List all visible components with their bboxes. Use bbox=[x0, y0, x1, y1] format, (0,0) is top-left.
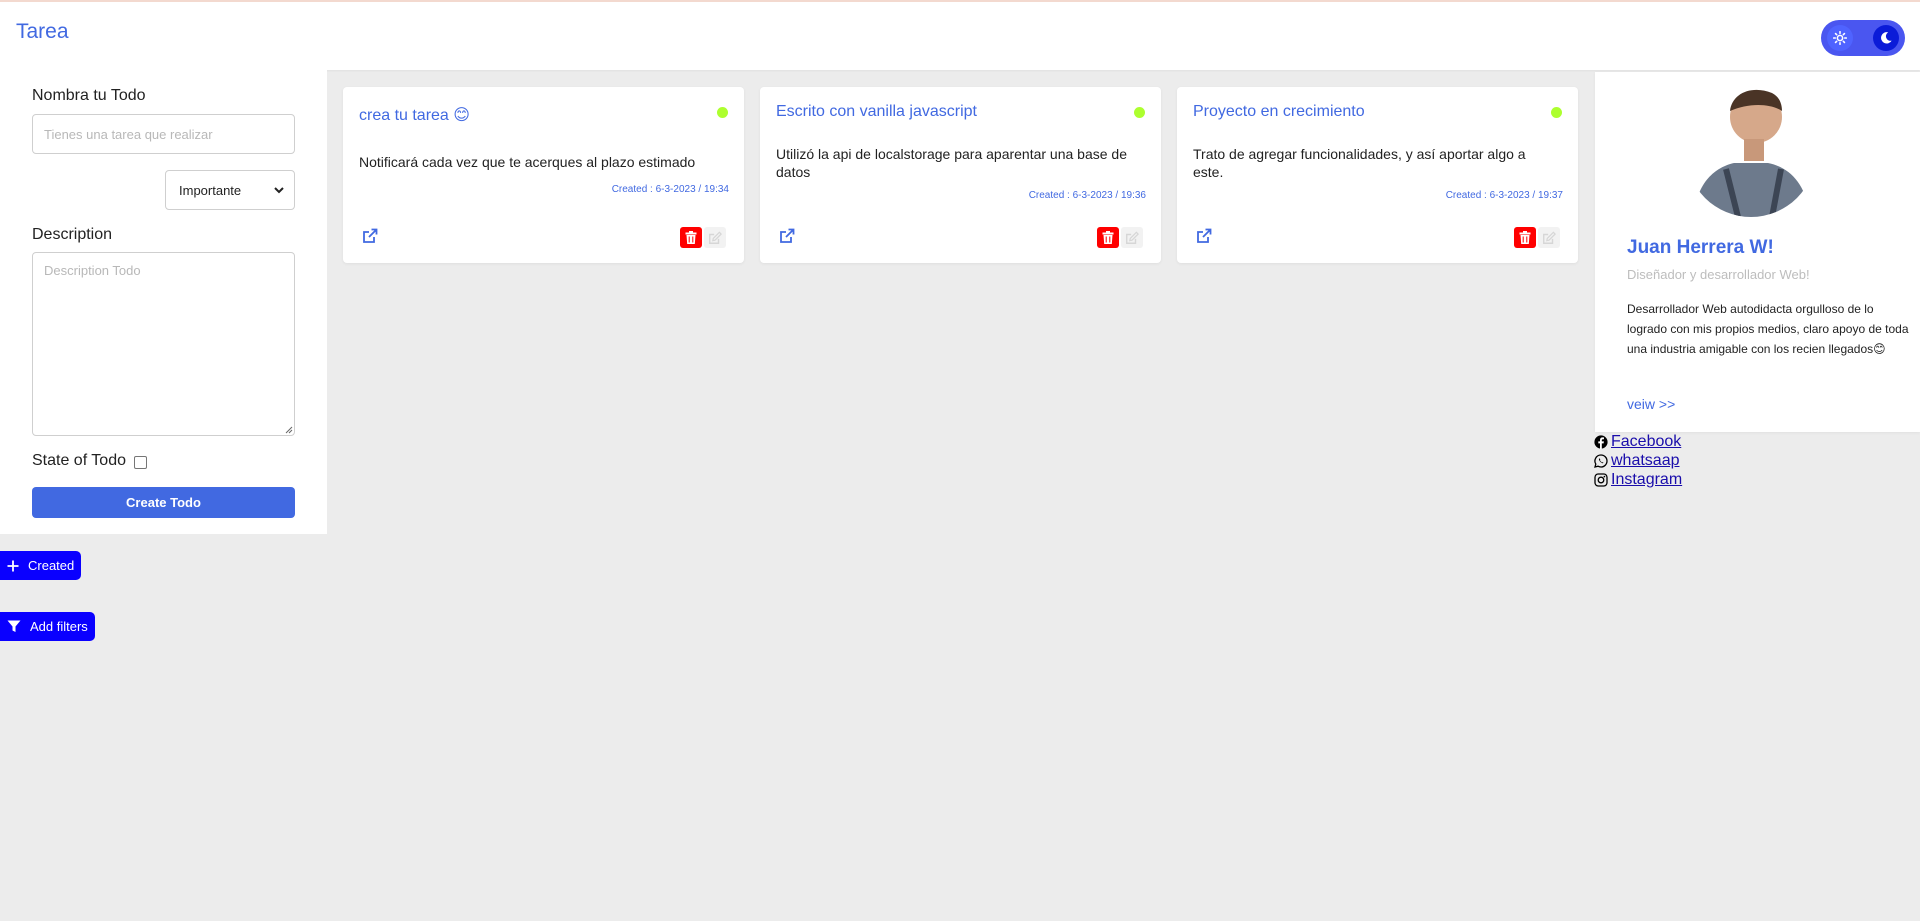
status-indicator bbox=[1134, 107, 1145, 118]
edit-button[interactable] bbox=[1538, 227, 1560, 248]
status-indicator bbox=[717, 107, 728, 118]
theme-toggle[interactable] bbox=[1821, 20, 1905, 56]
state-checkbox[interactable] bbox=[134, 456, 147, 469]
whatsapp-icon bbox=[1594, 453, 1608, 468]
todo-card: crea tu tarea 😊 Notificará cada vez que … bbox=[343, 87, 744, 263]
delete-button[interactable] bbox=[1514, 227, 1536, 248]
created-button[interactable]: Created bbox=[0, 551, 82, 580]
name-label: Nombra tu Todo bbox=[32, 87, 146, 104]
todo-name-input[interactable] bbox=[32, 114, 295, 154]
resize-grip-icon[interactable] bbox=[284, 425, 293, 434]
external-link-icon[interactable] bbox=[362, 228, 378, 244]
profile-view-link[interactable]: veiw >> bbox=[1627, 396, 1675, 412]
todo-card: Escrito con vanilla javascript Utilizó l… bbox=[760, 87, 1161, 263]
card-created-date: Created : 6-3-2023 / 19:34 bbox=[611, 184, 729, 195]
edit-button[interactable] bbox=[704, 227, 726, 248]
description-textarea[interactable] bbox=[32, 252, 295, 436]
card-description: Utilizó la api de localstorage para apar… bbox=[776, 146, 1128, 180]
card-description: Notificará cada vez que te acerques al p… bbox=[359, 154, 696, 170]
profile-card: Juan Herrera W! Diseñador y desarrollado… bbox=[1595, 72, 1920, 432]
state-label: State of Todo bbox=[32, 452, 126, 469]
plus-icon bbox=[7, 560, 19, 571]
delete-button[interactable] bbox=[1097, 227, 1119, 248]
filter-icon bbox=[7, 620, 21, 632]
edit-icon bbox=[709, 230, 722, 244]
sun-icon[interactable] bbox=[1827, 25, 1853, 51]
created-label: Created bbox=[28, 558, 75, 573]
instagram-link[interactable]: Instagram bbox=[1611, 471, 1682, 489]
card-description: Trato de agregar funcionalidades, y así … bbox=[1193, 146, 1526, 180]
edit-icon bbox=[1543, 230, 1556, 244]
social-links: Facebook whatsaap Instagram bbox=[1594, 432, 1682, 489]
moon-icon[interactable] bbox=[1873, 25, 1899, 51]
social-item-facebook: Facebook bbox=[1594, 432, 1682, 451]
trash-icon bbox=[1102, 231, 1114, 244]
card-title[interactable]: crea tu tarea 😊 bbox=[359, 105, 470, 125]
card-title[interactable]: Escrito con vanilla javascript bbox=[776, 103, 977, 121]
add-filters-button[interactable]: Add filters bbox=[0, 612, 95, 641]
instagram-icon bbox=[1594, 472, 1608, 487]
edit-button[interactable] bbox=[1121, 227, 1143, 248]
edit-icon bbox=[1126, 230, 1139, 244]
top-bar: Tarea bbox=[0, 0, 1920, 70]
profile-bio: Desarrollador Web autodidacta orgulloso … bbox=[1627, 302, 1909, 356]
chevron-down-icon bbox=[274, 187, 284, 194]
priority-select[interactable]: Importante bbox=[165, 170, 295, 210]
priority-selected-value: Importante bbox=[179, 182, 242, 198]
social-item-whatsapp: whatsaap bbox=[1594, 451, 1682, 470]
external-link-icon[interactable] bbox=[779, 228, 795, 244]
card-created-date: Created : 6-3-2023 / 19:37 bbox=[1445, 190, 1563, 201]
brand-title[interactable]: Tarea bbox=[16, 20, 69, 44]
facebook-icon bbox=[1594, 434, 1608, 449]
whatsapp-link[interactable]: whatsaap bbox=[1611, 452, 1680, 470]
status-indicator bbox=[1551, 107, 1562, 118]
trash-icon bbox=[685, 231, 697, 244]
trash-icon bbox=[1519, 231, 1531, 244]
card-title[interactable]: Proyecto en crecimiento bbox=[1193, 103, 1365, 121]
facebook-link[interactable]: Facebook bbox=[1611, 433, 1681, 451]
profile-role: Diseñador y desarrollador Web! bbox=[1627, 267, 1810, 282]
todo-form: Nombra tu Todo Importante Description St… bbox=[0, 70, 327, 534]
todo-card: Proyecto en crecimiento Trato de agregar… bbox=[1177, 87, 1578, 263]
avatar bbox=[1686, 87, 1816, 217]
create-todo-button[interactable]: Create Todo bbox=[32, 487, 295, 518]
external-link-icon[interactable] bbox=[1196, 228, 1212, 244]
social-item-instagram: Instagram bbox=[1594, 470, 1682, 489]
delete-button[interactable] bbox=[680, 227, 702, 248]
profile-name: Juan Herrera W! bbox=[1627, 237, 1774, 258]
add-filters-label: Add filters bbox=[30, 619, 88, 634]
card-created-date: Created : 6-3-2023 / 19:36 bbox=[1028, 190, 1146, 201]
description-label: Description bbox=[32, 226, 113, 243]
